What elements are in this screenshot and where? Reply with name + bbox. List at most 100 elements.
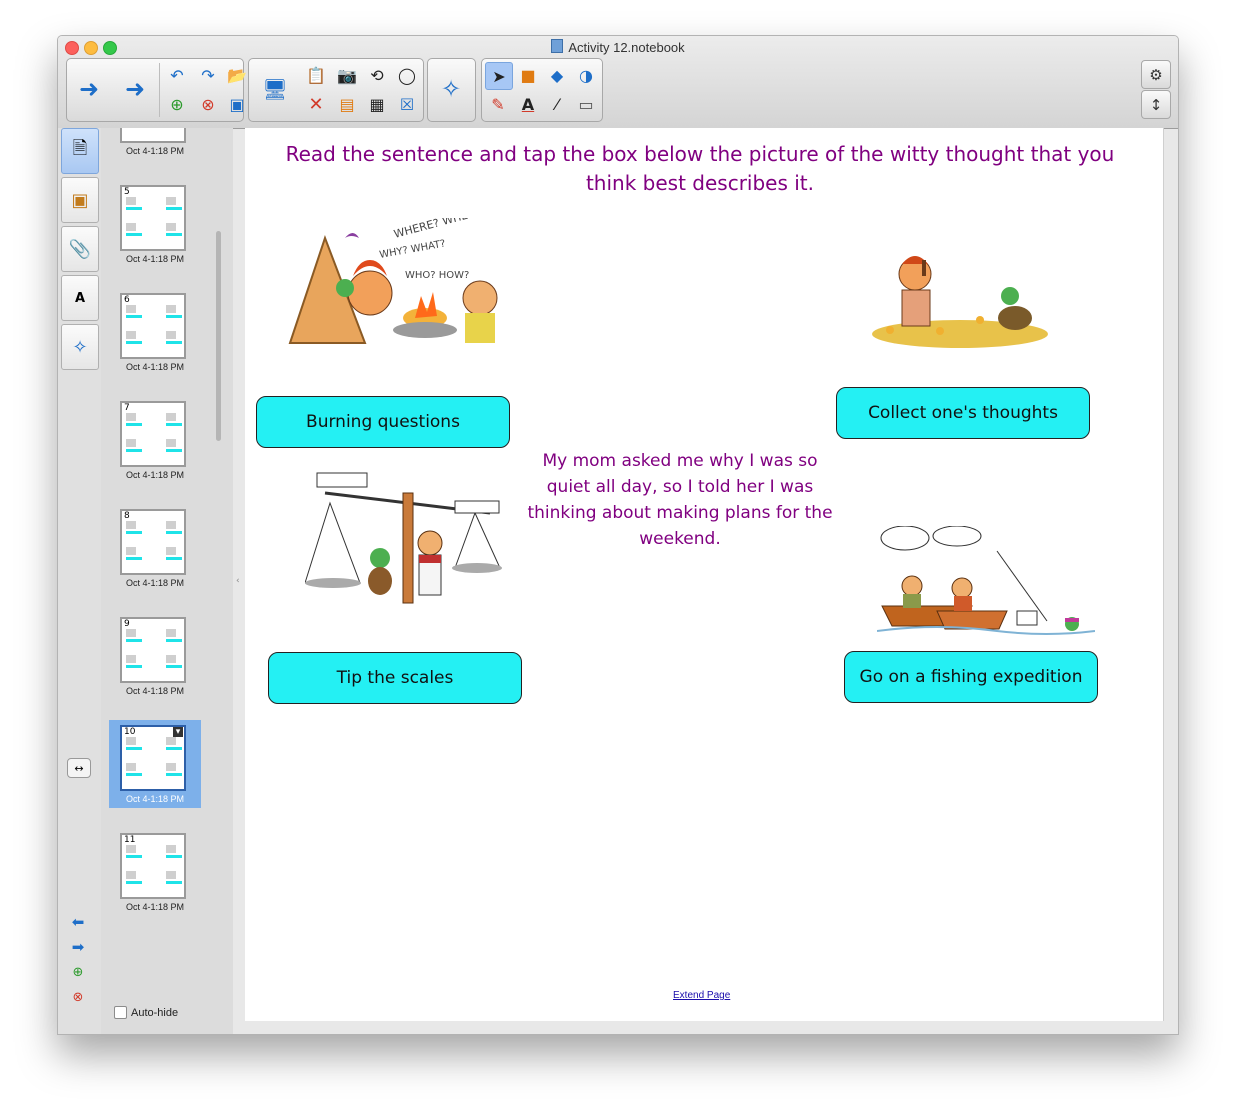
save-icon[interactable]: ▣	[224, 91, 250, 117]
tip-the-scales-picture	[304, 463, 510, 613]
sorter-scrollbar[interactable]	[216, 231, 221, 441]
thumbnail-picture	[166, 521, 176, 529]
tip-the-scales-label: Tip the scales	[336, 668, 454, 688]
addons-tab[interactable]: ✧	[61, 324, 99, 370]
table-icon[interactable]: ▦	[364, 91, 390, 117]
sidebar-next-page-icon[interactable]: ➡	[67, 938, 89, 956]
thumbnail-image: 9	[120, 617, 186, 683]
thumbnail-answer-box	[166, 855, 182, 858]
thumbnail-number: 6	[124, 295, 130, 305]
lines-icon[interactable]: ⁄	[544, 91, 570, 117]
thumbnail-picture	[126, 845, 136, 853]
delete-page-icon[interactable]: ⊗	[195, 91, 221, 117]
thumbnail-caption: Oct 4-1:18 PM	[125, 902, 185, 912]
thumbnail-answer-box	[166, 207, 182, 210]
navigation-toolbar-group: ➜ ➜ ↶ ↷ 📂 ⊕ ⊗ ▣	[66, 58, 247, 122]
thumbnail-answer-box	[166, 881, 182, 884]
puzzle-icon: ✧	[72, 336, 88, 358]
page-icon: 🗎	[72, 138, 88, 159]
redo-icon[interactable]: ↷	[195, 62, 221, 88]
thumbnail-picture	[126, 413, 136, 421]
instruction-text: Read the sentence and tap the box below …	[285, 142, 1115, 195]
tip-the-scales-answer-box[interactable]: Tip the scales	[268, 652, 522, 704]
paste-icon[interactable]: 📋	[303, 62, 329, 88]
thumbnail-answer-box	[166, 639, 182, 642]
burning-questions-label: Burning questions	[306, 412, 460, 432]
thumbnail-caption: Oct 4-1:18 PM	[125, 686, 185, 696]
paperclip-icon: 📎	[68, 238, 92, 260]
page-thumbnail[interactable]: Oct 4-1:18 PM	[109, 128, 201, 160]
next-page-button[interactable]: ➜	[115, 61, 155, 117]
thumbnail-caption: Oct 4-1:18 PM	[125, 578, 185, 588]
screen-capture-icon[interactable]: 📷	[334, 62, 360, 88]
clear-icon[interactable]: ☒	[394, 91, 420, 117]
collect-thoughts-picture	[870, 246, 1050, 351]
delete-icon[interactable]: ✕	[303, 91, 329, 117]
whiteboard-canvas[interactable]: Read the sentence and tap the box below …	[245, 128, 1164, 1021]
thumbnail-image: 5	[120, 185, 186, 251]
sidebar-resize-handle[interactable]: ‹	[236, 576, 240, 586]
page-sorter-tab[interactable]: 🗎	[61, 128, 99, 174]
thumbnail-caption: Oct 4-1:18 PM	[125, 794, 185, 804]
select-pointer-icon[interactable]: ➤	[485, 62, 513, 90]
thumbnail-caption: Oct 4-1:18 PM	[125, 254, 185, 264]
fill-icon[interactable]: ◑	[573, 62, 599, 88]
toolbar-position-button[interactable]: ↕	[1141, 90, 1171, 119]
magic-eraser-icon[interactable]: ▭	[573, 91, 599, 117]
screen-shade-icon[interactable]: 🖥	[255, 61, 295, 117]
thumbnail-answer-box	[166, 747, 182, 750]
page-thumbnail[interactable]: 10 ▾ Oct 4-1:18 PM	[109, 720, 201, 808]
addon-puzzle-icon[interactable]: ✧	[431, 61, 471, 117]
thumbnail-number: 5	[124, 187, 130, 197]
thumbnail-picture	[126, 439, 136, 447]
sidebar-previous-page-icon[interactable]: ⬅	[67, 913, 89, 931]
thumbnail-menu-icon[interactable]: ▾	[173, 727, 183, 737]
shapes-icon[interactable]: ■	[515, 62, 541, 88]
page-thumbnail[interactable]: 9 Oct 4-1:18 PM	[109, 612, 201, 700]
thumbnail-caption: Oct 4-1:18 PM	[125, 470, 185, 480]
burning-questions-answer-box[interactable]: Burning questions	[256, 396, 510, 448]
thumbnail-answer-box	[126, 315, 142, 318]
thumbnail-answer-box	[126, 341, 142, 344]
document-camera-icon[interactable]: ▤	[334, 91, 360, 117]
thumbnail-answer-box	[126, 423, 142, 426]
sidebar-add-page-icon[interactable]: ⊕	[67, 963, 89, 981]
thumbnail-picture	[126, 737, 136, 745]
previous-page-button[interactable]: ➜	[69, 61, 109, 117]
collect-thoughts-answer-box[interactable]: Collect one's thoughts	[836, 387, 1090, 439]
page-thumbnail[interactable]: 6 Oct 4-1:18 PM	[109, 288, 201, 376]
page-thumbnail[interactable]: 5 Oct 4-1:18 PM	[109, 180, 201, 268]
thumbnail-image: 11	[120, 833, 186, 899]
thumbnail-number: 10	[124, 727, 136, 737]
properties-tab[interactable]: A	[61, 275, 99, 321]
svg-text:WHO? HOW?: WHO? HOW?	[405, 270, 469, 281]
text-icon[interactable]: A	[515, 91, 541, 117]
thumbnail-picture	[126, 223, 136, 231]
thumbnail-caption: Oct 4-1:18 PM	[125, 146, 185, 156]
autohide-checkbox-box[interactable]	[114, 1006, 127, 1019]
page-thumbnail[interactable]: 8 Oct 4-1:18 PM	[109, 504, 201, 592]
page-sorter-panel: Oct 4-1:18 PM 5 Oct 4-1:18 PM 6 Oct 4-1:18 P…	[101, 128, 233, 1034]
page-thumbnail[interactable]: 7 Oct 4-1:18 PM	[109, 396, 201, 484]
pens-icon[interactable]: ✎	[485, 91, 511, 117]
open-file-icon[interactable]: 📂	[224, 62, 250, 88]
thumbnail-picture	[126, 521, 136, 529]
attachments-tab[interactable]: 📎	[61, 226, 99, 272]
fishing-expedition-answer-box[interactable]: Go on a fishing expedition	[844, 651, 1098, 703]
sidebar-expand-button[interactable]: ↔	[67, 758, 91, 778]
thumbnail-number: 9	[124, 619, 130, 629]
eraser-icon[interactable]: ◆	[544, 62, 570, 88]
gallery-tab[interactable]: ▣	[61, 177, 99, 223]
add-page-icon[interactable]: ⊕	[164, 91, 190, 117]
page-thumbnail[interactable]: 11 Oct 4-1:18 PM	[109, 828, 201, 916]
ink-recognition-icon[interactable]: ◯	[394, 62, 420, 88]
toolbar-divider	[159, 63, 160, 117]
sidebar-delete-page-icon[interactable]: ⊗	[67, 988, 89, 1006]
thumbnail-picture	[166, 871, 176, 879]
settings-gear-button[interactable]: ⚙	[1141, 60, 1171, 89]
undo-icon[interactable]: ↶	[164, 62, 190, 88]
extend-page-link[interactable]: Extend Page	[673, 990, 730, 1001]
rotate-icon[interactable]: ⟲	[364, 62, 390, 88]
thumbnail-picture	[126, 197, 136, 205]
autohide-checkbox[interactable]: Auto-hide	[114, 1006, 178, 1019]
